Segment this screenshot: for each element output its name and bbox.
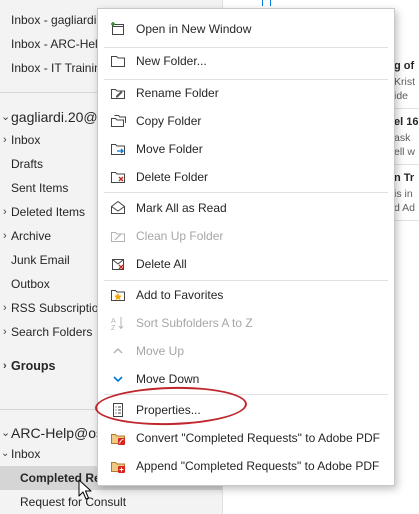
folder-label: Junk Email xyxy=(11,253,70,267)
menu-label: Open in New Window xyxy=(136,22,252,36)
adobe-pdf-append-icon xyxy=(111,462,125,473)
menu-separator xyxy=(104,394,388,395)
clean-up-icon xyxy=(111,232,125,242)
ribbon-tick xyxy=(262,0,263,6)
message-item-2-preview: ell w xyxy=(394,146,416,158)
open-envelope-icon xyxy=(111,200,125,214)
menu-label: Clean Up Folder xyxy=(136,229,224,243)
menu-label: New Folder... xyxy=(136,54,207,68)
adobe-pdf-convert-icon xyxy=(111,434,125,445)
menu-item-copy-folder[interactable]: Copy Folder xyxy=(98,107,394,135)
folder-label: Inbox xyxy=(11,133,41,147)
folder-label: Sent Items xyxy=(11,181,69,195)
menu-label: Convert "Completed Requests" to Adobe PD… xyxy=(136,431,380,445)
message-item-3-preview: is in xyxy=(394,188,413,200)
menu-item-properties[interactable]: Properties... xyxy=(98,396,394,424)
chevron-right-icon: › xyxy=(3,230,7,242)
menu-separator xyxy=(104,192,388,193)
folder-label: Deleted Items xyxy=(11,205,86,219)
menu-label: Delete Folder xyxy=(136,170,209,184)
menu-label: Mark All as Read xyxy=(136,201,227,215)
folder-label: Drafts xyxy=(11,157,44,171)
delete-folder-icon xyxy=(111,172,125,183)
message-item-2-subject[interactable]: el 16 xyxy=(394,116,418,128)
chevron-down-icon xyxy=(113,376,123,383)
chevron-down-icon: ⌄ xyxy=(1,111,11,123)
mouse-cursor-icon xyxy=(78,479,92,500)
sort-az-icon: A Z xyxy=(111,317,124,331)
chevron-right-icon: › xyxy=(3,134,7,146)
account-name: gagliardi.20@ xyxy=(11,109,98,125)
folder-context-menu: Open in New Window New Folder... Rename … xyxy=(97,8,395,486)
menu-label: Rename Folder xyxy=(136,86,219,100)
message-item-3-subject[interactable]: n Tr xyxy=(394,172,414,184)
menu-item-open-in-new-window[interactable]: Open in New Window xyxy=(98,15,394,43)
chevron-down-icon: ⌄ xyxy=(1,448,10,459)
copy-folder-icon xyxy=(111,115,126,127)
folder-label: Search Folders xyxy=(11,325,93,339)
new-folder-icon xyxy=(111,56,125,67)
menu-item-move-up: Move Up xyxy=(98,337,394,365)
menu-item-delete-all[interactable]: Delete All xyxy=(98,250,394,278)
folder-label: Inbox xyxy=(11,447,41,461)
folder-label: Outbox xyxy=(11,277,50,291)
menu-item-rename-folder[interactable]: Rename Folder xyxy=(98,79,394,107)
new-window-icon xyxy=(111,22,124,35)
move-folder-icon xyxy=(111,144,125,155)
menu-item-move-folder[interactable]: Move Folder xyxy=(98,135,394,163)
chevron-right-icon: › xyxy=(3,326,7,338)
delete-all-icon xyxy=(112,259,124,270)
menu-item-append-to-pdf[interactable]: Append "Completed Requests" to Adobe PDF xyxy=(98,452,394,480)
menu-item-add-to-favorites[interactable]: Add to Favorites xyxy=(98,281,394,309)
menu-item-mark-all-as-read[interactable]: Mark All as Read xyxy=(98,194,394,222)
rename-folder-icon xyxy=(111,89,125,99)
folder-label: Archive xyxy=(11,229,52,243)
svg-text:A: A xyxy=(111,318,116,325)
favorite-star-icon xyxy=(111,290,125,301)
menu-item-clean-up-folder: Clean Up Folder xyxy=(98,222,394,250)
folder-label: Inbox - IT Training xyxy=(11,61,108,75)
menu-label: Sort Subfolders A to Z xyxy=(136,316,253,330)
menu-item-convert-to-pdf[interactable]: Convert "Completed Requests" to Adobe PD… xyxy=(98,424,394,452)
menu-item-sort-subfolders: A Z Sort Subfolders A to Z xyxy=(98,309,394,337)
svg-text:Z: Z xyxy=(111,325,116,331)
message-separator xyxy=(392,164,419,165)
menu-item-new-folder[interactable]: New Folder... xyxy=(98,47,394,75)
menu-item-move-down[interactable]: Move Down xyxy=(98,365,394,393)
menu-label: Add to Favorites xyxy=(136,288,224,302)
message-item-1-preview: ide xyxy=(394,90,409,102)
menu-label: Delete All xyxy=(136,257,187,271)
message-item-3-preview: d Ad xyxy=(394,202,416,214)
ribbon-tick xyxy=(270,0,271,6)
chevron-up-icon xyxy=(113,347,123,354)
message-item-2-preview: ask xyxy=(394,132,411,144)
chevron-right-icon: › xyxy=(3,360,7,372)
message-separator xyxy=(392,108,419,109)
menu-label: Append "Completed Requests" to Adobe PDF xyxy=(136,459,380,473)
menu-label: Copy Folder xyxy=(136,114,202,128)
message-item-1-preview: Krist xyxy=(394,76,415,88)
menu-label: Properties... xyxy=(136,403,201,417)
folder-request-for-consult[interactable]: Request for Consult xyxy=(0,490,222,514)
chevron-right-icon: › xyxy=(3,206,7,218)
menu-label: Move Folder xyxy=(136,142,203,156)
menu-label: Move Up xyxy=(136,344,185,358)
menu-item-delete-folder[interactable]: Delete Folder xyxy=(98,163,394,191)
message-separator xyxy=(392,220,419,221)
properties-icon xyxy=(113,403,123,417)
chevron-right-icon: › xyxy=(3,302,7,314)
folder-label: Request for Consult xyxy=(20,495,127,509)
message-item-1-subject[interactable]: g of xyxy=(394,60,414,72)
groups-label: Groups xyxy=(11,359,56,373)
menu-label: Move Down xyxy=(136,372,200,386)
